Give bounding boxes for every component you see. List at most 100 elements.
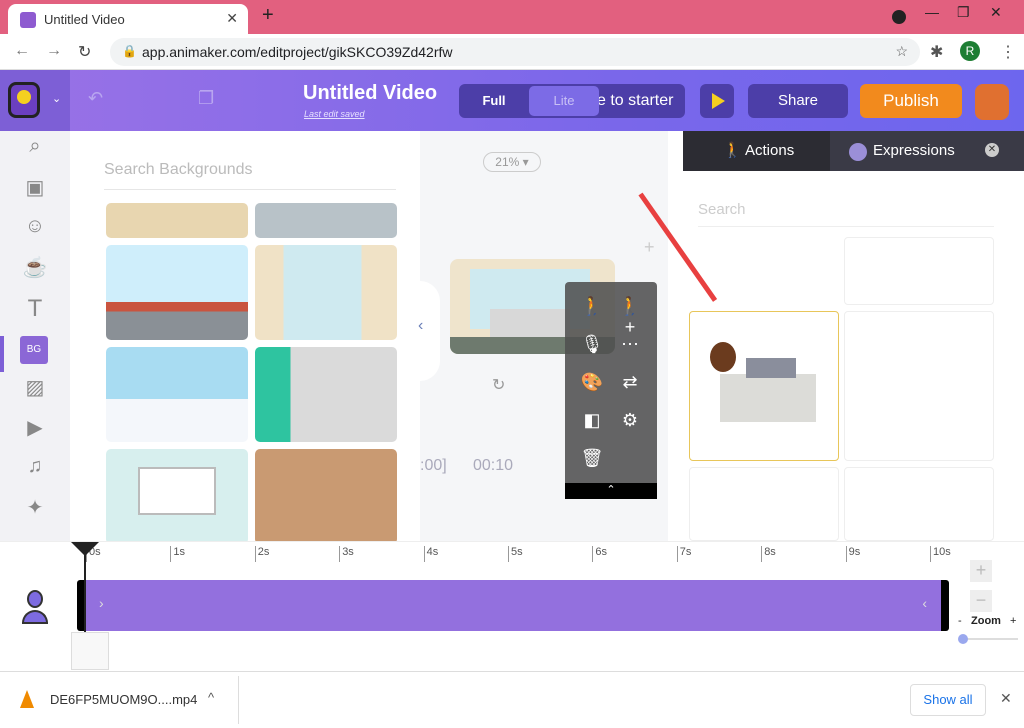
url-input[interactable]: 🔒 app.animaker.com/editproject/gikSKCO39… <box>110 38 920 66</box>
switch-to-starter-button[interactable]: e to starter <box>597 84 673 118</box>
action-card[interactable] <box>844 311 994 461</box>
animaker-logo[interactable]: ⌄ <box>0 70 70 131</box>
image-icon[interactable]: ▨ <box>22 375 48 401</box>
search-icon[interactable]: ⌕ <box>22 135 48 161</box>
back-icon[interactable]: ← <box>14 42 30 60</box>
add-scene-icon[interactable]: + <box>644 237 655 258</box>
playhead[interactable] <box>71 542 99 632</box>
zoom-in-button[interactable]: + <box>970 560 992 582</box>
reload-icon[interactable]: ↻ <box>78 42 91 62</box>
action-card[interactable] <box>844 237 994 305</box>
search-actions-input[interactable]: Search <box>698 201 994 227</box>
show-all-button[interactable]: Show all <box>910 684 986 716</box>
scene-thumbnail[interactable] <box>71 632 109 670</box>
zoom-out-button[interactable]: − <box>970 590 992 612</box>
download-options-chevron-icon[interactable]: ^ <box>208 690 214 705</box>
palette-icon[interactable]: 🎨 <box>577 372 607 393</box>
actions-panel: 🚶 Actions Expressions ✕ Search <box>638 131 1024 541</box>
text-icon[interactable]: T <box>22 295 48 322</box>
close-window-button[interactable]: ✕ <box>990 4 1002 21</box>
timeline-tick: 6s <box>592 546 607 562</box>
background-thumbnail[interactable] <box>106 347 248 442</box>
background-thumbnail[interactable] <box>255 347 397 442</box>
zoom-value: 21% <box>495 155 520 169</box>
mode-lite-button[interactable]: Lite <box>529 86 599 116</box>
rotate-icon[interactable]: ↻ <box>492 375 505 395</box>
action-card[interactable] <box>844 467 994 541</box>
close-panel-icon[interactable]: ✕ <box>985 143 999 157</box>
swap-icon[interactable]: ⇄ <box>615 372 645 393</box>
restore-button[interactable]: ❐ <box>957 4 970 21</box>
project-title[interactable]: Untitled Video <box>303 82 437 105</box>
backgrounds-tab[interactable]: BG <box>20 336 48 364</box>
close-download-bar-icon[interactable]: ✕ <box>1000 690 1012 707</box>
collapse-toolbox-button[interactable]: ⌃ <box>565 483 657 499</box>
divider <box>238 676 239 724</box>
background-thumbnail[interactable] <box>106 245 248 340</box>
settings-gear-icon[interactable]: ⚙ <box>615 410 645 431</box>
track-end-handle[interactable]: ‹ <box>922 595 927 611</box>
timeline-tick: 2s <box>254 546 269 562</box>
action-walk-icon[interactable]: 🚶 <box>577 296 607 317</box>
tab-actions[interactable]: 🚶 Actions <box>683 131 830 171</box>
timeline-tick: 5s <box>508 546 523 562</box>
track-start-handle[interactable]: › <box>99 595 104 611</box>
character-icon[interactable]: ☺ <box>22 215 48 241</box>
browser-tab[interactable]: Untitled Video ✕ <box>8 4 248 34</box>
timeline-tick: 3s <box>339 546 354 562</box>
timeline-tick: 9s <box>845 546 860 562</box>
flip-icon[interactable]: ◧ <box>577 410 607 431</box>
timeline-tick: 1s <box>170 546 185 562</box>
minimize-button[interactable]: — <box>925 4 939 20</box>
action-card-selected[interactable] <box>689 311 839 461</box>
left-icon-rail: ⌕ ▣ ☺ ☕ T BG ▨ ▶ ♫ ✦ <box>0 131 70 541</box>
delete-trash-icon[interactable]: 🗑 <box>577 448 607 469</box>
lock-icon: 🔒 <box>122 44 137 58</box>
character-track-icon <box>22 590 48 626</box>
browser-menu-icon[interactable]: ⋮ <box>1000 42 1016 62</box>
panel-tabs: 🚶 Actions Expressions ✕ <box>683 131 1024 171</box>
zoom-dropdown[interactable]: 21% ▾ <box>483 152 541 172</box>
background-thumbnail[interactable] <box>255 203 397 238</box>
profile-avatar[interactable]: R <box>960 41 980 61</box>
animaker-favicon-icon <box>20 12 36 28</box>
extensions-icon[interactable]: ✱ <box>930 42 943 62</box>
download-filename[interactable]: DE6FP5MUOM9O....mp4 <box>50 692 197 707</box>
props-icon[interactable]: ▣ <box>22 175 48 201</box>
url-text: app.animaker.com/editproject/gikSKCO39Zd… <box>142 44 453 60</box>
collapse-panel-button[interactable]: ‹ <box>414 281 440 381</box>
search-backgrounds-input[interactable]: Search Backgrounds <box>104 161 396 190</box>
mode-full-button[interactable]: Full <box>459 84 529 118</box>
profile-menu-icon[interactable] <box>892 10 906 24</box>
forward-icon[interactable]: → <box>46 42 62 60</box>
microphone-icon[interactable]: 🎙 <box>577 334 607 355</box>
tab-expressions[interactable]: Expressions <box>843 131 955 171</box>
background-thumbnail[interactable] <box>255 449 397 541</box>
motion-path-icon[interactable]: ⋯ <box>615 334 645 355</box>
publish-button[interactable]: Publish <box>860 84 962 118</box>
share-button[interactable]: Share <box>748 84 848 118</box>
coffee-icon[interactable]: ☕ <box>22 255 48 281</box>
play-button[interactable] <box>700 84 734 118</box>
timeline-tick: 7s <box>676 546 691 562</box>
background-thumbnail[interactable] <box>106 449 248 541</box>
timeline-tick: 8s <box>761 546 776 562</box>
music-icon[interactable]: ♫ <box>22 455 48 481</box>
close-tab-icon[interactable]: ✕ <box>226 10 238 27</box>
last-saved-link[interactable]: Last edit saved <box>304 109 365 119</box>
background-thumbnail[interactable] <box>255 245 397 340</box>
duplicate-icon[interactable]: ❐ <box>198 88 214 109</box>
character-track[interactable]: › ‹ <box>77 580 949 631</box>
address-bar: ← → ↻ 🔒 app.animaker.com/editproject/gik… <box>0 34 1024 70</box>
background-thumbnail[interactable] <box>106 203 248 238</box>
chevron-down-icon[interactable]: ⌄ <box>52 92 61 105</box>
new-tab-button[interactable]: + <box>262 4 274 27</box>
bookmark-star-icon[interactable]: ☆ <box>895 43 908 60</box>
zoom-slider[interactable] <box>958 634 1018 644</box>
action-card[interactable] <box>689 467 839 541</box>
user-avatar[interactable] <box>975 84 1009 120</box>
undo-icon[interactable]: ↶ <box>88 88 103 109</box>
video-icon[interactable]: ▶ <box>22 415 48 441</box>
effects-icon[interactable]: ✦ <box>22 495 48 521</box>
add-action-icon[interactable]: 🚶+ <box>615 296 645 338</box>
